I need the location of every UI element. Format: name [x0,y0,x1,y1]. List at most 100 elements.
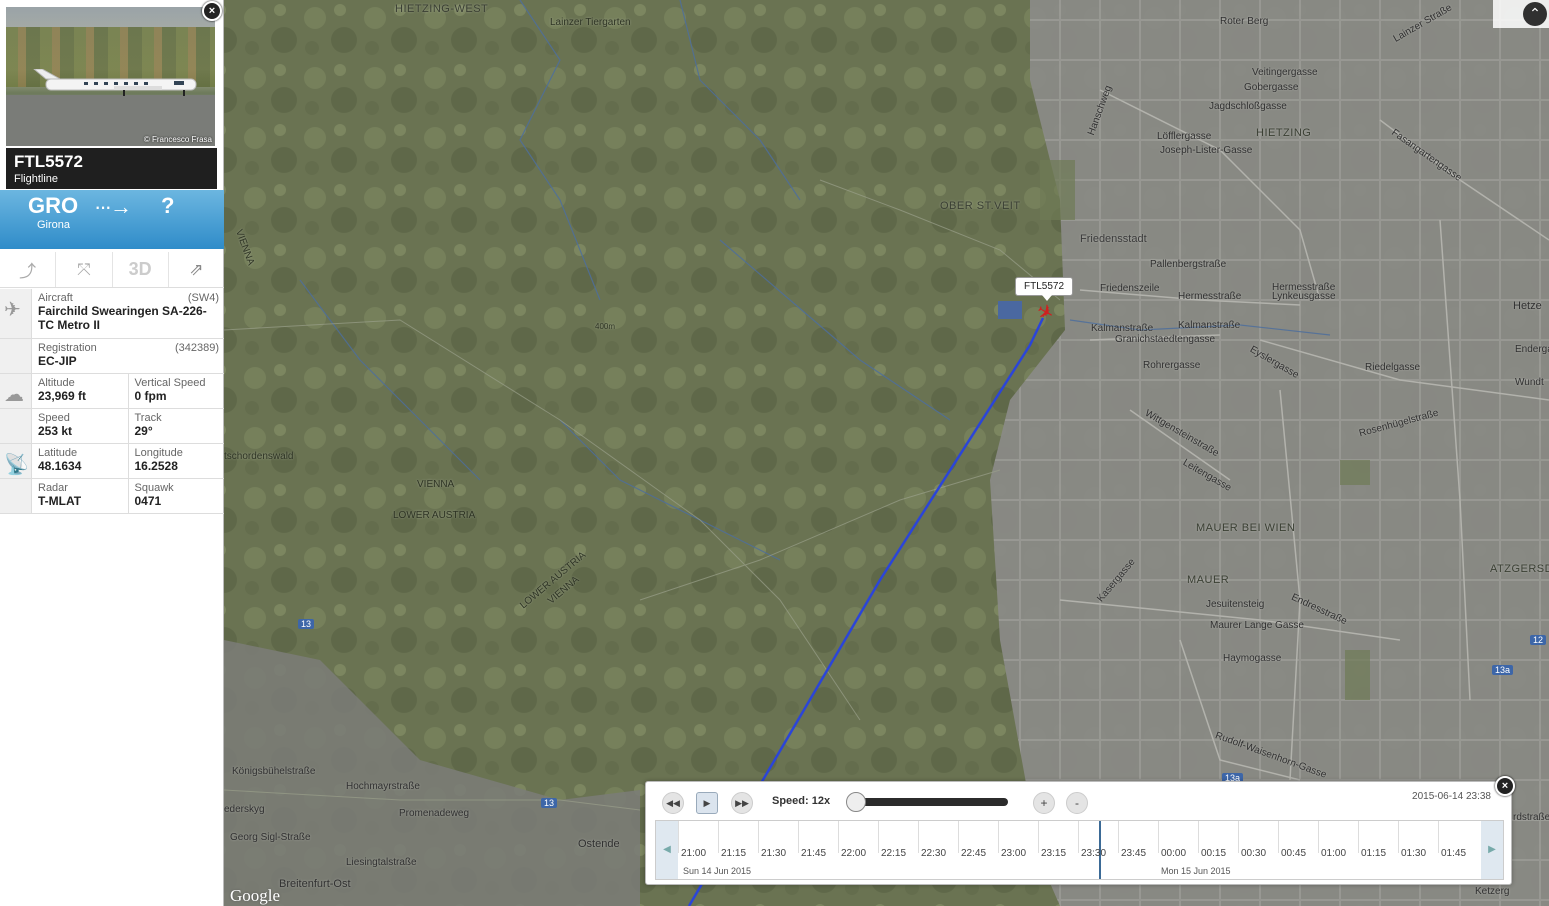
vspeed-label: Vertical Speed [134,377,206,389]
route-icon[interactable]: ⤴ [0,252,57,287]
close-panel-button[interactable]: × [202,1,222,21]
timeline-tick [758,821,759,853]
map-label: MAUER [1187,574,1230,586]
speed-row: Speed 253 kt Track 29° [0,409,224,444]
track-cell: Track 29° [127,409,225,443]
aircraft-photo[interactable]: © Francesco Frasa [6,7,215,146]
map-label: Hermesstraße [1178,291,1242,302]
origin-code[interactable]: GRO [28,193,78,219]
altitude-cell: Altitude 23,969 ft [31,374,128,408]
track-value: 29° [134,424,153,438]
map-label: VIENNA [417,479,455,490]
road-shield: 13 [541,798,558,808]
timeline-tick [958,821,959,853]
row-gutter [0,339,31,373]
airline-name: Flightline [14,173,59,185]
map-label: Lynkeusgasse [1272,291,1336,302]
map-label: Ostende [578,838,620,850]
map-label: Riedelgasse [1365,362,1421,373]
altitude-label: Altitude [38,377,75,389]
timeline-tick-label: 23:00 [1001,848,1027,859]
play-button[interactable]: ▶ [696,792,718,814]
zoom-out-button[interactable]: - [1066,792,1088,814]
map-label: Friedensstadt [1080,233,1147,245]
timeline-tick-label: 21:00 [681,848,707,859]
map-label: OBER ST.VEIT [940,200,1021,212]
vspeed-cell: Vertical Speed 0 fpm [127,374,225,408]
map-label: ATZGERSDO [1490,563,1549,575]
map-label: Promenadeweg [399,808,470,819]
share-icon[interactable]: ⇗ [169,252,224,287]
playback-timestamp: 2015-06-14 23:38 [1412,791,1491,802]
longitude-cell: Longitude 16.2528 [127,444,225,478]
position-row: 📡 Latitude 48.1634 Longitude 16.2528 [0,444,224,479]
timeline-tick-label: 00:30 [1241,848,1267,859]
squawk-value: 0471 [134,494,162,508]
flight-details: ✈ Aircraft (SW4) Fairchild Swearingen SA… [0,289,224,514]
altitude-value: 23,969 ft [38,389,87,403]
row-gutter: 📡 [0,444,31,478]
origin-name: Girona [37,219,71,231]
timeline-tick-label: 22:45 [961,848,987,859]
zoom-in-button[interactable]: + [1033,792,1055,814]
timeline-tick-label: 23:30 [1081,848,1107,859]
squawk-cell: Squawk 0471 [127,479,225,513]
timeline-tick-label: 00:00 [1161,848,1187,859]
timeline-tick-label: 21:45 [801,848,827,859]
timeline-tick-label: 22:15 [881,848,907,859]
timeline-tick-label: 21:15 [721,848,747,859]
google-logo[interactable]: Google [230,886,280,906]
timeline-tick [718,821,719,853]
latitude-label: Latitude [38,447,78,459]
latitude-value: 48.1634 [38,459,82,473]
map-label: Enderga [1515,344,1549,355]
map-view[interactable]: HIETZING-WEST Lainzer Tiergarten OBER ST… [0,0,1549,906]
timeline-tick-label: 01:45 [1441,848,1467,859]
elevation-label: 400m [595,322,616,331]
map-label: Georg Sigl-Straße [230,832,311,843]
row-gutter: ☁ [0,374,31,408]
speed-slider-handle[interactable] [846,792,866,812]
callsign-header: FTL5572 Flightline [6,148,217,189]
map-label: Jagdschloßgasse [1209,101,1287,112]
speed-label: Speed [38,412,70,424]
registration-value: EC-JIP [38,354,77,368]
timeline-tick [1438,821,1439,853]
photo-credit[interactable]: © Francesco Frasa [144,135,212,144]
map-label: Löfflergasse [1157,131,1212,142]
timeline-tick [878,821,879,853]
route-banner: GRO Girona ···→ ? [0,190,224,249]
map-label: Veitingergasse [1252,67,1318,78]
aircraft-image [33,69,197,96]
timeline-right-arrow-icon[interactable]: ▶ [1481,821,1503,879]
speed-slider[interactable] [852,798,1008,806]
timeline-left-arrow-icon[interactable]: ◀ [656,821,678,879]
registration-cell: Registration (342389) EC-JIP [31,339,224,373]
map-label: Königsbühelstraße [232,766,316,777]
satellite-dish-icon: 📡 [4,454,29,476]
fast-forward-button[interactable]: ▶▶ [731,792,753,814]
timeline-tick-label: 00:45 [1281,848,1307,859]
timeline-tick [1158,821,1159,853]
rewind-button[interactable]: ◀◀ [662,792,684,814]
timeline-tick [1118,821,1119,853]
callsign: FTL5572 [14,152,83,171]
fit-zoom-icon[interactable]: ⤧ [56,252,113,287]
close-playback-button[interactable]: × [1495,776,1515,796]
cloud-icon: ☁ [4,384,24,406]
collapse-chevron-icon[interactable]: ⌃ [1523,2,1547,26]
map-label: Jesuitensteig [1206,599,1265,610]
map-label: HIETZING-WEST [395,3,489,15]
timeline-tick [918,821,919,853]
view-3d-button[interactable]: 3D [113,252,169,287]
flight-tag[interactable]: FTL5572 [1015,277,1074,301]
map-label: Rohrergasse [1143,360,1201,371]
map-label: Hochmayrstraße [346,781,420,792]
latitude-cell: Latitude 48.1634 [31,444,128,478]
row-gutter: ✈ [0,289,31,338]
map-label: Friedenszeile [1100,283,1160,294]
timeline[interactable]: ◀ Sun 14 Jun 2015 Mon 15 Jun 2015 21:00 2… [655,820,1504,880]
map-label: Hetze [1513,300,1542,312]
timeline-tick [998,821,999,853]
destination-code[interactable]: ? [161,193,174,219]
